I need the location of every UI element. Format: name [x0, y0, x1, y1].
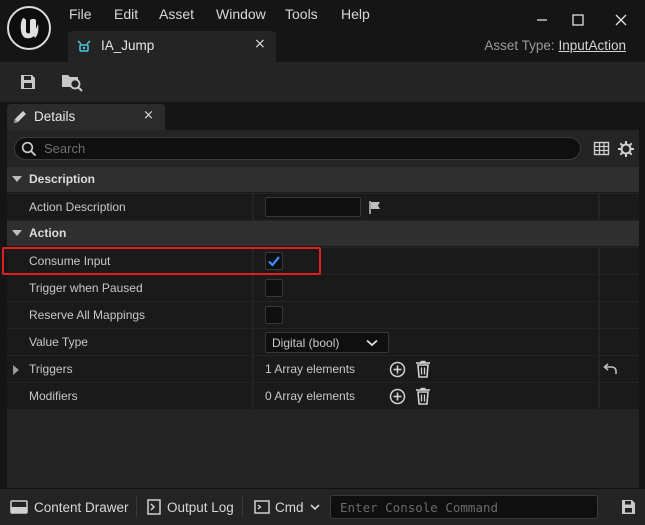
menu-window[interactable]: Window	[216, 6, 266, 24]
terminal-icon	[254, 500, 270, 514]
search-input[interactable]: Search	[14, 137, 581, 160]
chevron-down-icon	[366, 339, 378, 347]
asset-type-link[interactable]: InputAction	[558, 38, 626, 53]
reserve-all-mappings-checkbox[interactable]	[265, 306, 283, 324]
unreal-logo-icon[interactable]	[7, 6, 51, 50]
reset-to-default-icon[interactable]	[602, 362, 618, 381]
search-placeholder: Search	[44, 141, 86, 156]
save-button[interactable]	[14, 68, 42, 96]
menu-tools[interactable]: Tools	[285, 6, 318, 24]
property-name: Action Description	[29, 200, 126, 214]
value-type-dropdown[interactable]: Digital (bool)	[265, 332, 389, 353]
property-row-reserve-all-mappings: Reserve All Mappings	[7, 302, 639, 329]
localization-flag-icon[interactable]	[368, 200, 382, 219]
property-name: Value Type	[29, 335, 88, 349]
content-drawer-button[interactable]: Content Drawer	[10, 495, 129, 519]
property-row-modifiers: Modifiers 0 Array elements	[7, 383, 639, 410]
modifiers-count: 0 Array elements	[265, 389, 356, 403]
save-all-icon[interactable]	[620, 498, 638, 520]
asset-type-label: Asset Type:	[484, 38, 555, 53]
details-pencil-icon	[12, 109, 28, 129]
menu-asset[interactable]: Asset	[159, 6, 194, 24]
chevron-down-icon	[309, 503, 320, 510]
output-log-label: Output Log	[167, 499, 234, 515]
trigger-when-paused-checkbox[interactable]	[265, 279, 283, 297]
property-name: Trigger when Paused	[29, 281, 143, 295]
output-log-button[interactable]: Output Log	[147, 495, 234, 519]
table-view-icon[interactable]	[593, 140, 610, 161]
menu-file[interactable]: File	[69, 6, 92, 24]
property-name: Reserve All Mappings	[29, 308, 146, 322]
content-drawer-label: Content Drawer	[34, 499, 129, 515]
title-bar: File Edit Asset Window Tools Help IA_Jum…	[0, 0, 645, 62]
property-row-triggers: Triggers 1 Array elements	[7, 356, 639, 383]
asset-tab-close-icon[interactable]: ×	[254, 36, 266, 52]
console-placeholder: Enter Console Command	[340, 500, 499, 515]
trash-icon[interactable]	[415, 387, 431, 409]
minimize-button[interactable]	[531, 10, 553, 30]
minimize-icon	[537, 19, 547, 21]
expand-arrow-icon[interactable]	[13, 365, 19, 375]
value-type-selected: Digital (bool)	[272, 336, 340, 350]
add-element-icon[interactable]	[389, 361, 406, 382]
cmd-dropdown[interactable]: Cmd	[254, 495, 320, 519]
details-tab[interactable]: Details ×	[7, 104, 165, 130]
browse-button[interactable]	[58, 68, 86, 96]
highlight-box	[2, 247, 321, 275]
trash-icon[interactable]	[415, 360, 431, 382]
property-row-action-description: Action Description	[7, 194, 639, 221]
property-row-value-type: Value Type Digital (bool)	[7, 329, 639, 356]
collapse-arrow-icon	[12, 176, 22, 182]
asset-tab[interactable]: IA_Jump ×	[68, 31, 276, 62]
category-label: Action	[29, 226, 67, 240]
asset-tab-label: IA_Jump	[101, 38, 155, 53]
collapse-arrow-icon	[12, 230, 22, 236]
property-name: Modifiers	[29, 389, 78, 403]
action-description-input[interactable]	[265, 197, 361, 217]
input-action-icon	[76, 38, 92, 58]
details-tab-close-icon[interactable]: ×	[143, 108, 154, 123]
property-row-trigger-when-paused: Trigger when Paused	[7, 275, 639, 302]
category-action[interactable]: Action	[7, 221, 639, 247]
maximize-button[interactable]	[567, 10, 589, 30]
details-tab-label: Details	[34, 109, 76, 124]
save-icon	[21, 75, 35, 89]
search-icon	[21, 141, 37, 161]
menu-help[interactable]: Help	[341, 6, 370, 24]
close-icon	[615, 14, 627, 26]
asset-type-display: Asset Type: InputAction	[484, 38, 626, 53]
browse-folder-icon	[62, 75, 83, 92]
triggers-count: 1 Array elements	[265, 362, 356, 376]
content-drawer-icon	[10, 500, 28, 514]
cmd-label: Cmd	[275, 499, 304, 515]
output-log-icon	[147, 499, 161, 515]
status-bar: Content Drawer Output Log Cmd Enter Cons…	[0, 488, 645, 525]
add-element-icon[interactable]	[389, 388, 406, 409]
menu-edit[interactable]: Edit	[114, 6, 138, 24]
maximize-icon	[572, 14, 584, 26]
category-label: Description	[29, 172, 96, 186]
settings-gear-icon[interactable]	[617, 140, 635, 162]
console-command-input[interactable]: Enter Console Command	[330, 495, 598, 519]
property-name: Triggers	[29, 362, 73, 376]
toolbar	[0, 62, 645, 102]
category-description[interactable]: Description	[7, 167, 639, 193]
close-window-button[interactable]	[610, 10, 632, 30]
